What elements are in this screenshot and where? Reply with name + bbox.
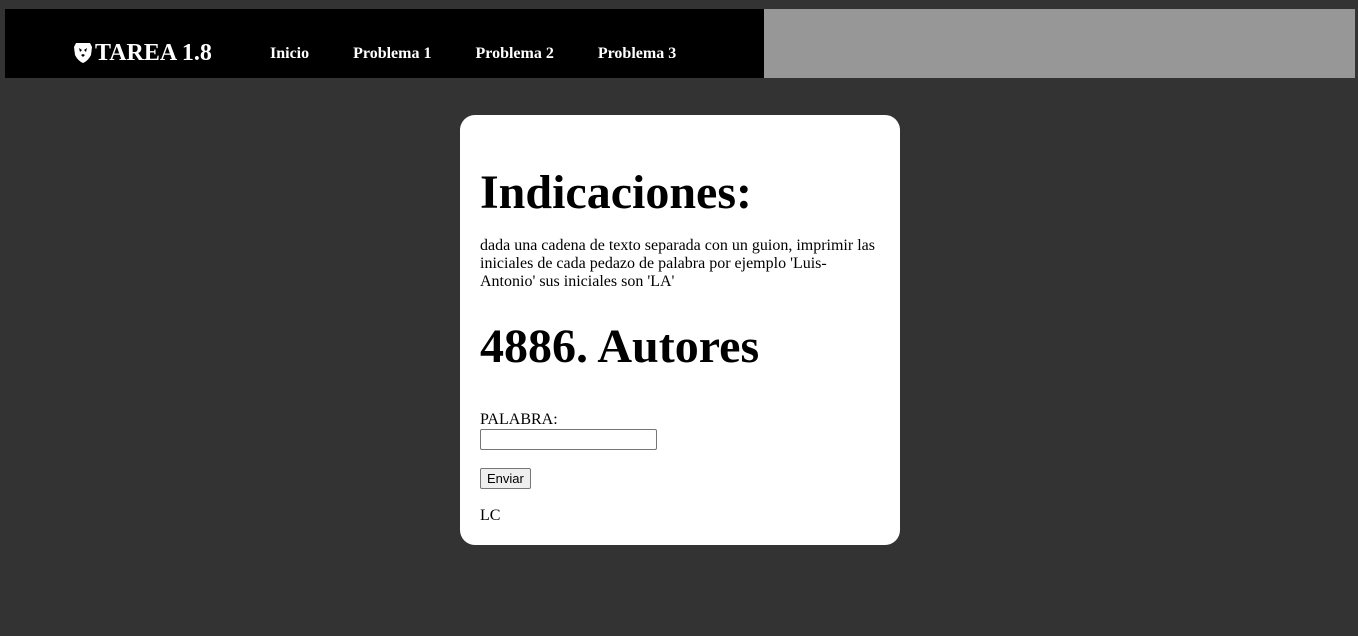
instructions-heading: Indicaciones: — [480, 166, 753, 219]
navbar: TAREA 1.8 Inicio Problema 1 Problema 2 P… — [5, 9, 1355, 78]
submit-button[interactable]: Enviar — [480, 468, 531, 489]
brand-title: TAREA 1.8 — [95, 40, 212, 66]
problem-title: 4886. Autores — [480, 320, 760, 373]
navbar-main: TAREA 1.8 Inicio Problema 1 Problema 2 P… — [5, 9, 764, 78]
navbar-filler — [764, 9, 1355, 78]
nav-link-inicio[interactable]: Inicio — [270, 44, 309, 64]
brand[interactable]: TAREA 1.8 — [72, 38, 212, 68]
shield-lion-icon — [72, 41, 94, 65]
nav-link-problema-3[interactable]: Problema 3 — [598, 44, 676, 64]
content-card: Indicaciones: dada una cadena de texto s… — [460, 115, 900, 545]
nav-link-problema-1[interactable]: Problema 1 — [353, 44, 431, 64]
word-input[interactable] — [480, 429, 657, 450]
result-text: LC — [480, 507, 501, 524]
instructions-text: dada una cadena de texto separada con un… — [480, 237, 875, 290]
nav-links: Inicio Problema 1 Problema 2 Problema 3 — [270, 44, 720, 64]
word-label: PALABRA: — [480, 411, 558, 428]
nav-link-problema-2[interactable]: Problema 2 — [475, 44, 553, 64]
